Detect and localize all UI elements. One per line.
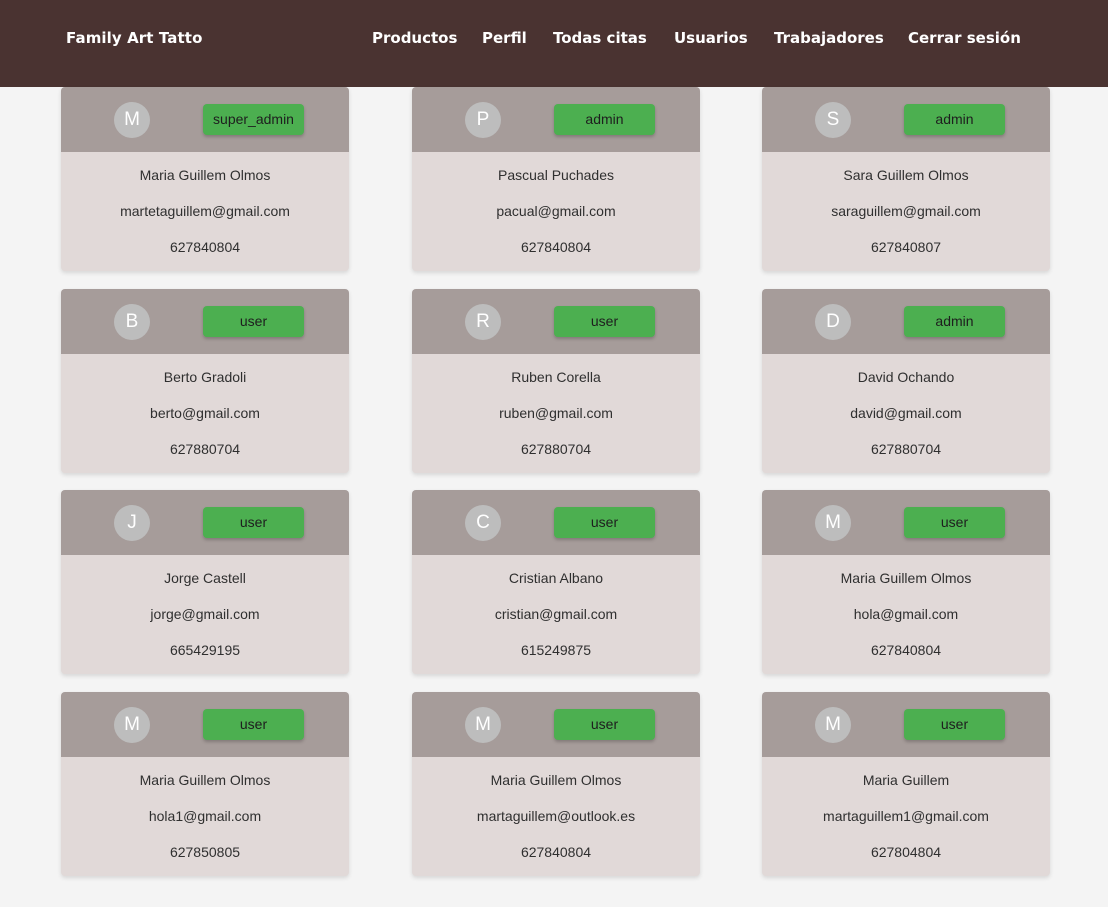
- avatar: M: [465, 707, 501, 743]
- user-phone: 627840804: [169, 239, 241, 255]
- user-card: P admin Pascual Puchades pacual@gmail.co…: [412, 87, 700, 271]
- nav-link-productos[interactable]: Productos: [372, 29, 457, 47]
- avatar: M: [815, 707, 851, 743]
- user-name: Jorge Castell: [164, 570, 246, 586]
- avatar: R: [465, 304, 501, 340]
- user-card-header: S admin: [762, 87, 1050, 152]
- brand-logo[interactable]: Family Art Tatto: [66, 29, 202, 47]
- nav-link-cerrar-sesion[interactable]: Cerrar sesión: [908, 29, 1021, 47]
- avatar: M: [114, 102, 150, 138]
- avatar: C: [465, 505, 501, 541]
- user-email: david@gmail.com: [850, 405, 962, 421]
- user-card: C user Cristian Albano cristian@gmail.co…: [412, 490, 700, 674]
- user-email: ruben@gmail.com: [499, 405, 613, 421]
- user-name: Cristian Albano: [508, 570, 604, 586]
- user-phone: 627880704: [870, 441, 942, 457]
- role-badge[interactable]: user: [203, 709, 304, 740]
- user-card: M user Maria Guillem Olmos hola1@gmail.c…: [61, 692, 349, 876]
- user-name: Pascual Puchades: [498, 167, 614, 183]
- user-card: M user Maria Guillem Olmos martaguillem@…: [412, 692, 700, 876]
- user-email: cristian@gmail.com: [494, 606, 618, 622]
- role-badge[interactable]: user: [554, 507, 655, 538]
- user-name: Berto Gradoli: [163, 369, 247, 385]
- user-email: hola1@gmail.com: [148, 808, 262, 824]
- user-card: R user Ruben Corella ruben@gmail.com 627…: [412, 289, 700, 473]
- user-phone: 627880704: [520, 441, 592, 457]
- user-name: Ruben Corella: [511, 369, 601, 385]
- role-badge[interactable]: admin: [904, 104, 1005, 135]
- user-name: Maria Guillem Olmos: [490, 772, 622, 788]
- role-badge[interactable]: user: [203, 507, 304, 538]
- user-phone: 627840804: [870, 642, 942, 658]
- user-card: B user Berto Gradoli berto@gmail.com 627…: [61, 289, 349, 473]
- nav-link-perfil[interactable]: Perfil: [482, 29, 527, 47]
- user-card-header: M super_admin: [61, 87, 349, 152]
- user-card-header: R user: [412, 289, 700, 354]
- user-email: hola@gmail.com: [853, 606, 959, 622]
- user-name: Sara Guillem Olmos: [843, 167, 969, 183]
- user-email: martetaguillem@gmail.com: [120, 203, 290, 219]
- top-navbar: Family Art Tatto Productos Perfil Todas …: [0, 0, 1108, 87]
- role-badge[interactable]: super_admin: [203, 104, 304, 135]
- user-email: jorge@gmail.com: [150, 606, 260, 622]
- user-card-header: C user: [412, 490, 700, 555]
- user-name: Maria Guillem: [862, 772, 950, 788]
- role-badge[interactable]: user: [554, 709, 655, 740]
- user-phone: 615249875: [520, 642, 592, 658]
- role-badge[interactable]: admin: [554, 104, 655, 135]
- user-card-header: D admin: [762, 289, 1050, 354]
- user-email: martaguillem1@gmail.com: [823, 808, 989, 824]
- user-email: pacual@gmail.com: [496, 203, 616, 219]
- user-email: martaguillem@outlook.es: [476, 808, 636, 824]
- user-card: S admin Sara Guillem Olmos saraguillem@g…: [762, 87, 1050, 271]
- user-card-header: J user: [61, 490, 349, 555]
- role-badge[interactable]: user: [904, 709, 1005, 740]
- user-phone: 627840804: [520, 844, 592, 860]
- user-card: M user Maria Guillem martaguillem1@gmail…: [762, 692, 1050, 876]
- role-badge[interactable]: user: [203, 306, 304, 337]
- user-phone: 627840804: [520, 239, 592, 255]
- role-badge[interactable]: user: [904, 507, 1005, 538]
- user-card: M super_admin Maria Guillem Olmos martet…: [61, 87, 349, 271]
- avatar: J: [114, 505, 150, 541]
- user-card: D admin David Ochando david@gmail.com 62…: [762, 289, 1050, 473]
- user-name: Maria Guillem Olmos: [139, 772, 271, 788]
- user-card-header: B user: [61, 289, 349, 354]
- user-email: berto@gmail.com: [150, 405, 260, 421]
- user-card-header: M user: [61, 692, 349, 757]
- user-card-header: P admin: [412, 87, 700, 152]
- user-phone: 627804804: [870, 844, 942, 860]
- user-phone: 665429195: [169, 642, 241, 658]
- role-badge[interactable]: user: [554, 306, 655, 337]
- avatar: D: [815, 304, 851, 340]
- user-phone: 627850805: [169, 844, 241, 860]
- user-card: M user Maria Guillem Olmos hola@gmail.co…: [762, 490, 1050, 674]
- avatar: M: [815, 505, 851, 541]
- avatar: M: [114, 707, 150, 743]
- nav-link-usuarios[interactable]: Usuarios: [674, 29, 748, 47]
- user-email: saraguillem@gmail.com: [831, 203, 981, 219]
- user-card: J user Jorge Castell jorge@gmail.com 665…: [61, 490, 349, 674]
- avatar: S: [815, 102, 851, 138]
- nav-link-trabajadores[interactable]: Trabajadores: [774, 29, 884, 47]
- nav-link-todas-citas[interactable]: Todas citas: [553, 29, 647, 47]
- user-name: Maria Guillem Olmos: [840, 570, 972, 586]
- user-name: David Ochando: [857, 369, 955, 385]
- user-card-header: M user: [762, 490, 1050, 555]
- role-badge[interactable]: admin: [904, 306, 1005, 337]
- user-card-header: M user: [412, 692, 700, 757]
- user-phone: 627880704: [169, 441, 241, 457]
- user-phone: 627840807: [870, 239, 942, 255]
- user-name: Maria Guillem Olmos: [139, 167, 271, 183]
- avatar: B: [114, 304, 150, 340]
- avatar: P: [465, 102, 501, 138]
- user-card-header: M user: [762, 692, 1050, 757]
